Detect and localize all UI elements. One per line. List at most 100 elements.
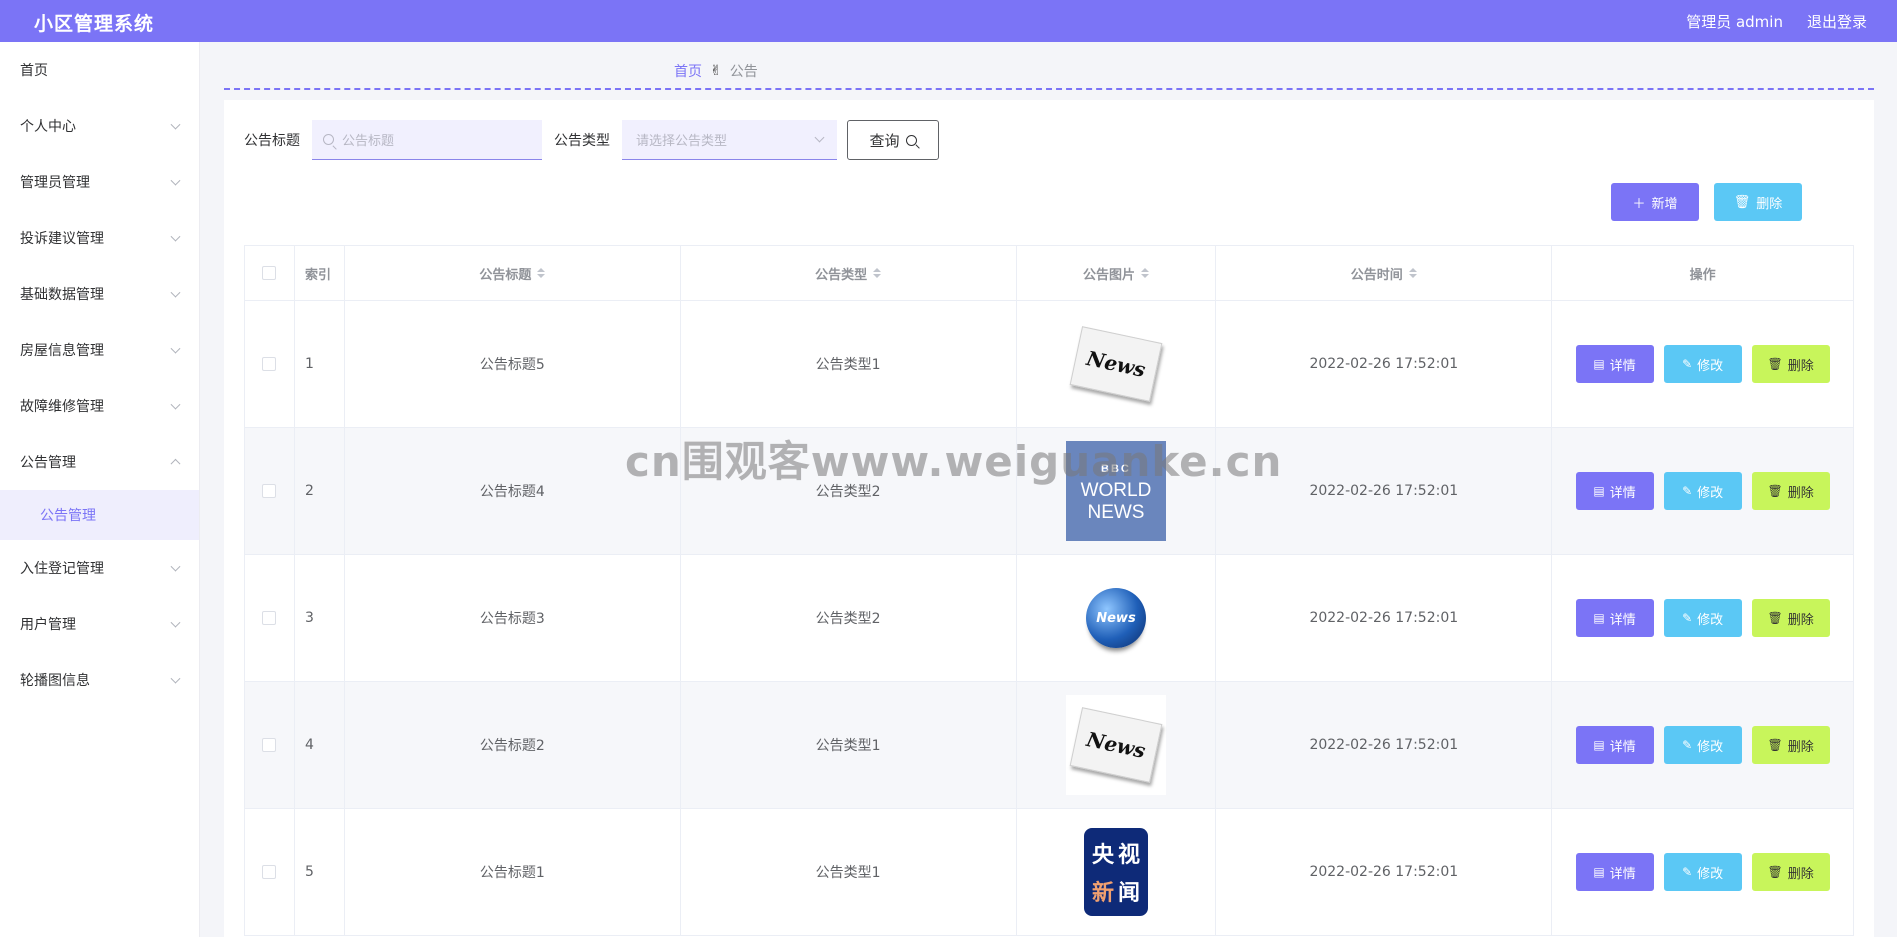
row-checkbox[interactable] xyxy=(262,357,277,371)
table-row: 1 公告标题5 公告类型1 News 2022-02-26 17:52:01 ▤… xyxy=(245,301,1855,428)
title-search-input[interactable]: 公告标题 xyxy=(312,120,542,160)
delete-button[interactable]: 🗑 删除 xyxy=(1751,472,1830,510)
delete-button[interactable]: 🗑 删除 xyxy=(1751,726,1830,764)
title-search-placeholder: 公告标题 xyxy=(342,134,395,149)
chevron-down-icon xyxy=(170,175,181,186)
row-type: 公告类型1 xyxy=(681,809,1017,935)
sort-icon[interactable] xyxy=(873,268,882,278)
sidebar-item-label: 轮播图信息 xyxy=(20,673,90,689)
chevron-down-icon xyxy=(170,287,181,298)
add-button[interactable]: ＋ 新增 xyxy=(1611,183,1699,221)
row-type: 公告类型1 xyxy=(681,682,1017,808)
detail-button[interactable]: ▤ 详情 xyxy=(1575,472,1654,510)
sidebar-item-notices[interactable]: 公告管理 xyxy=(0,434,199,490)
type-select[interactable]: 请选择公告类型 xyxy=(622,120,837,160)
row-checkbox[interactable] xyxy=(262,484,277,498)
sidebar-item-complaints[interactable]: 投诉建议管理 xyxy=(0,210,199,266)
type-select-placeholder: 请选择公告类型 xyxy=(636,134,728,149)
sidebar-item-basic-data[interactable]: 基础数据管理 xyxy=(0,266,199,322)
detail-button[interactable]: ▤ 详情 xyxy=(1575,853,1654,891)
query-button[interactable]: 查询 xyxy=(847,120,939,160)
delete-button[interactable]: 🗑 删除 xyxy=(1751,853,1830,891)
sidebar-item-admins[interactable]: 管理员管理 xyxy=(0,154,199,210)
row-index: 2 xyxy=(295,428,345,554)
column-header-image[interactable]: 公告图片 xyxy=(1017,246,1217,300)
edit-button[interactable]: ✎ 修改 xyxy=(1663,472,1742,510)
plus-icon: ＋ xyxy=(1632,196,1646,212)
column-header-type[interactable]: 公告类型 xyxy=(681,246,1017,300)
document-icon: ▤ xyxy=(1593,865,1605,879)
select-all-checkbox[interactable] xyxy=(262,266,277,280)
delete-button[interactable]: 🗑 删除 xyxy=(1751,345,1830,383)
news-text: NEWS xyxy=(1087,502,1145,523)
admin-user-label[interactable]: 管理员 admin xyxy=(1686,11,1783,32)
sidebar-item-users[interactable]: 用户管理 xyxy=(0,596,199,652)
edit-button[interactable]: ✎ 修改 xyxy=(1663,599,1742,637)
search-form: 公告标题 公告标题 公告类型 请选择公告类型 查询 xyxy=(244,120,939,160)
sidebar-item-repairs[interactable]: 故障维修管理 xyxy=(0,378,199,434)
batch-delete-button[interactable]: 🗑 删除 xyxy=(1714,183,1802,221)
row-checkbox-cell xyxy=(245,301,295,427)
column-header-title[interactable]: 公告标题 xyxy=(345,246,681,300)
detail-button[interactable]: ▤ 详情 xyxy=(1575,726,1654,764)
sidebar-item-checkin[interactable]: 入住登记管理 xyxy=(0,540,199,596)
table-row: 2 公告标题4 公告类型2 BBC WORLD NEWS 2022-02-26 … xyxy=(245,428,1855,555)
sort-icon[interactable] xyxy=(537,268,546,278)
column-header-index: 索引 xyxy=(295,246,345,300)
sort-icon[interactable] xyxy=(1140,268,1149,278)
row-index: 3 xyxy=(295,555,345,681)
row-checkbox[interactable] xyxy=(262,738,277,752)
row-actions: ▤ 详情 ✎ 修改 🗑 删除 xyxy=(1552,682,1855,808)
document-icon: ▤ xyxy=(1593,484,1605,498)
detail-button[interactable]: ▤ 详情 xyxy=(1575,599,1654,637)
sidebar-item-housing[interactable]: 房屋信息管理 xyxy=(0,322,199,378)
row-time: 2022-02-26 17:52:01 xyxy=(1216,555,1553,681)
row-title: 公告标题3 xyxy=(345,555,681,681)
search-icon xyxy=(905,134,917,146)
add-button-label: 新增 xyxy=(1651,196,1678,212)
pencil-icon: ✎ xyxy=(1682,738,1693,752)
breadcrumb-home[interactable]: 首页 xyxy=(674,61,702,81)
world-text: WORLD xyxy=(1080,480,1152,501)
column-header-actions: 操作 xyxy=(1552,246,1855,300)
column-header-time[interactable]: 公告时间 xyxy=(1216,246,1553,300)
detail-button[interactable]: ▤ 详情 xyxy=(1575,345,1654,383)
row-checkbox[interactable] xyxy=(262,611,277,625)
detail-button-label: 详情 xyxy=(1609,866,1636,882)
edit-button[interactable]: ✎ 修改 xyxy=(1663,853,1742,891)
sidebar-item-home[interactable]: 首页 xyxy=(0,42,199,98)
row-time: 2022-02-26 17:52:01 xyxy=(1216,428,1553,554)
column-header-label: 公告类型 xyxy=(815,267,868,283)
row-time: 2022-02-26 17:52:01 xyxy=(1216,682,1553,808)
sidebar-item-profile[interactable]: 个人中心 xyxy=(0,98,199,154)
row-image-cell: News xyxy=(1017,682,1217,808)
delete-button[interactable]: 🗑 删除 xyxy=(1751,599,1830,637)
top-bar: 小区管理系统 管理员 admin 退出登录 xyxy=(0,0,1897,42)
edit-button-label: 修改 xyxy=(1697,739,1724,755)
row-actions: ▤ 详情 ✎ 修改 🗑 删除 xyxy=(1552,809,1855,935)
edit-button[interactable]: ✎ 修改 xyxy=(1663,345,1742,383)
edit-button[interactable]: ✎ 修改 xyxy=(1663,726,1742,764)
query-button-label: 查询 xyxy=(869,131,900,150)
row-actions: ▤ 详情 ✎ 修改 🗑 删除 xyxy=(1552,301,1855,427)
column-header-label: 公告时间 xyxy=(1350,267,1403,283)
logout-link[interactable]: 退出登录 xyxy=(1807,11,1867,32)
sort-icon[interactable] xyxy=(1408,268,1417,278)
breadcrumb-current: 公告 xyxy=(729,64,758,80)
chevron-down-icon xyxy=(170,231,181,242)
sidebar-subitem-notices[interactable]: 公告管理 xyxy=(0,490,199,540)
toolbar: ＋ 新增 🗑 删除 xyxy=(1611,183,1802,221)
sidebar-item-label: 首页 xyxy=(20,63,48,79)
sidebar-item-carousel[interactable]: 轮播图信息 xyxy=(0,652,199,708)
document-icon: ▤ xyxy=(1593,357,1605,371)
globe-icon: News xyxy=(1085,588,1146,648)
hand-icon: ✌ xyxy=(710,63,722,79)
row-checkbox[interactable] xyxy=(262,865,277,879)
row-checkbox-cell xyxy=(245,682,295,808)
sidebar-item-label: 公告管理 xyxy=(20,455,76,471)
edit-button-label: 修改 xyxy=(1697,485,1724,501)
pencil-icon: ✎ xyxy=(1682,611,1693,625)
row-type: 公告类型1 xyxy=(681,301,1017,427)
sidebar-item-label: 入住登记管理 xyxy=(20,561,104,577)
news-paper-image: News xyxy=(1065,695,1166,795)
